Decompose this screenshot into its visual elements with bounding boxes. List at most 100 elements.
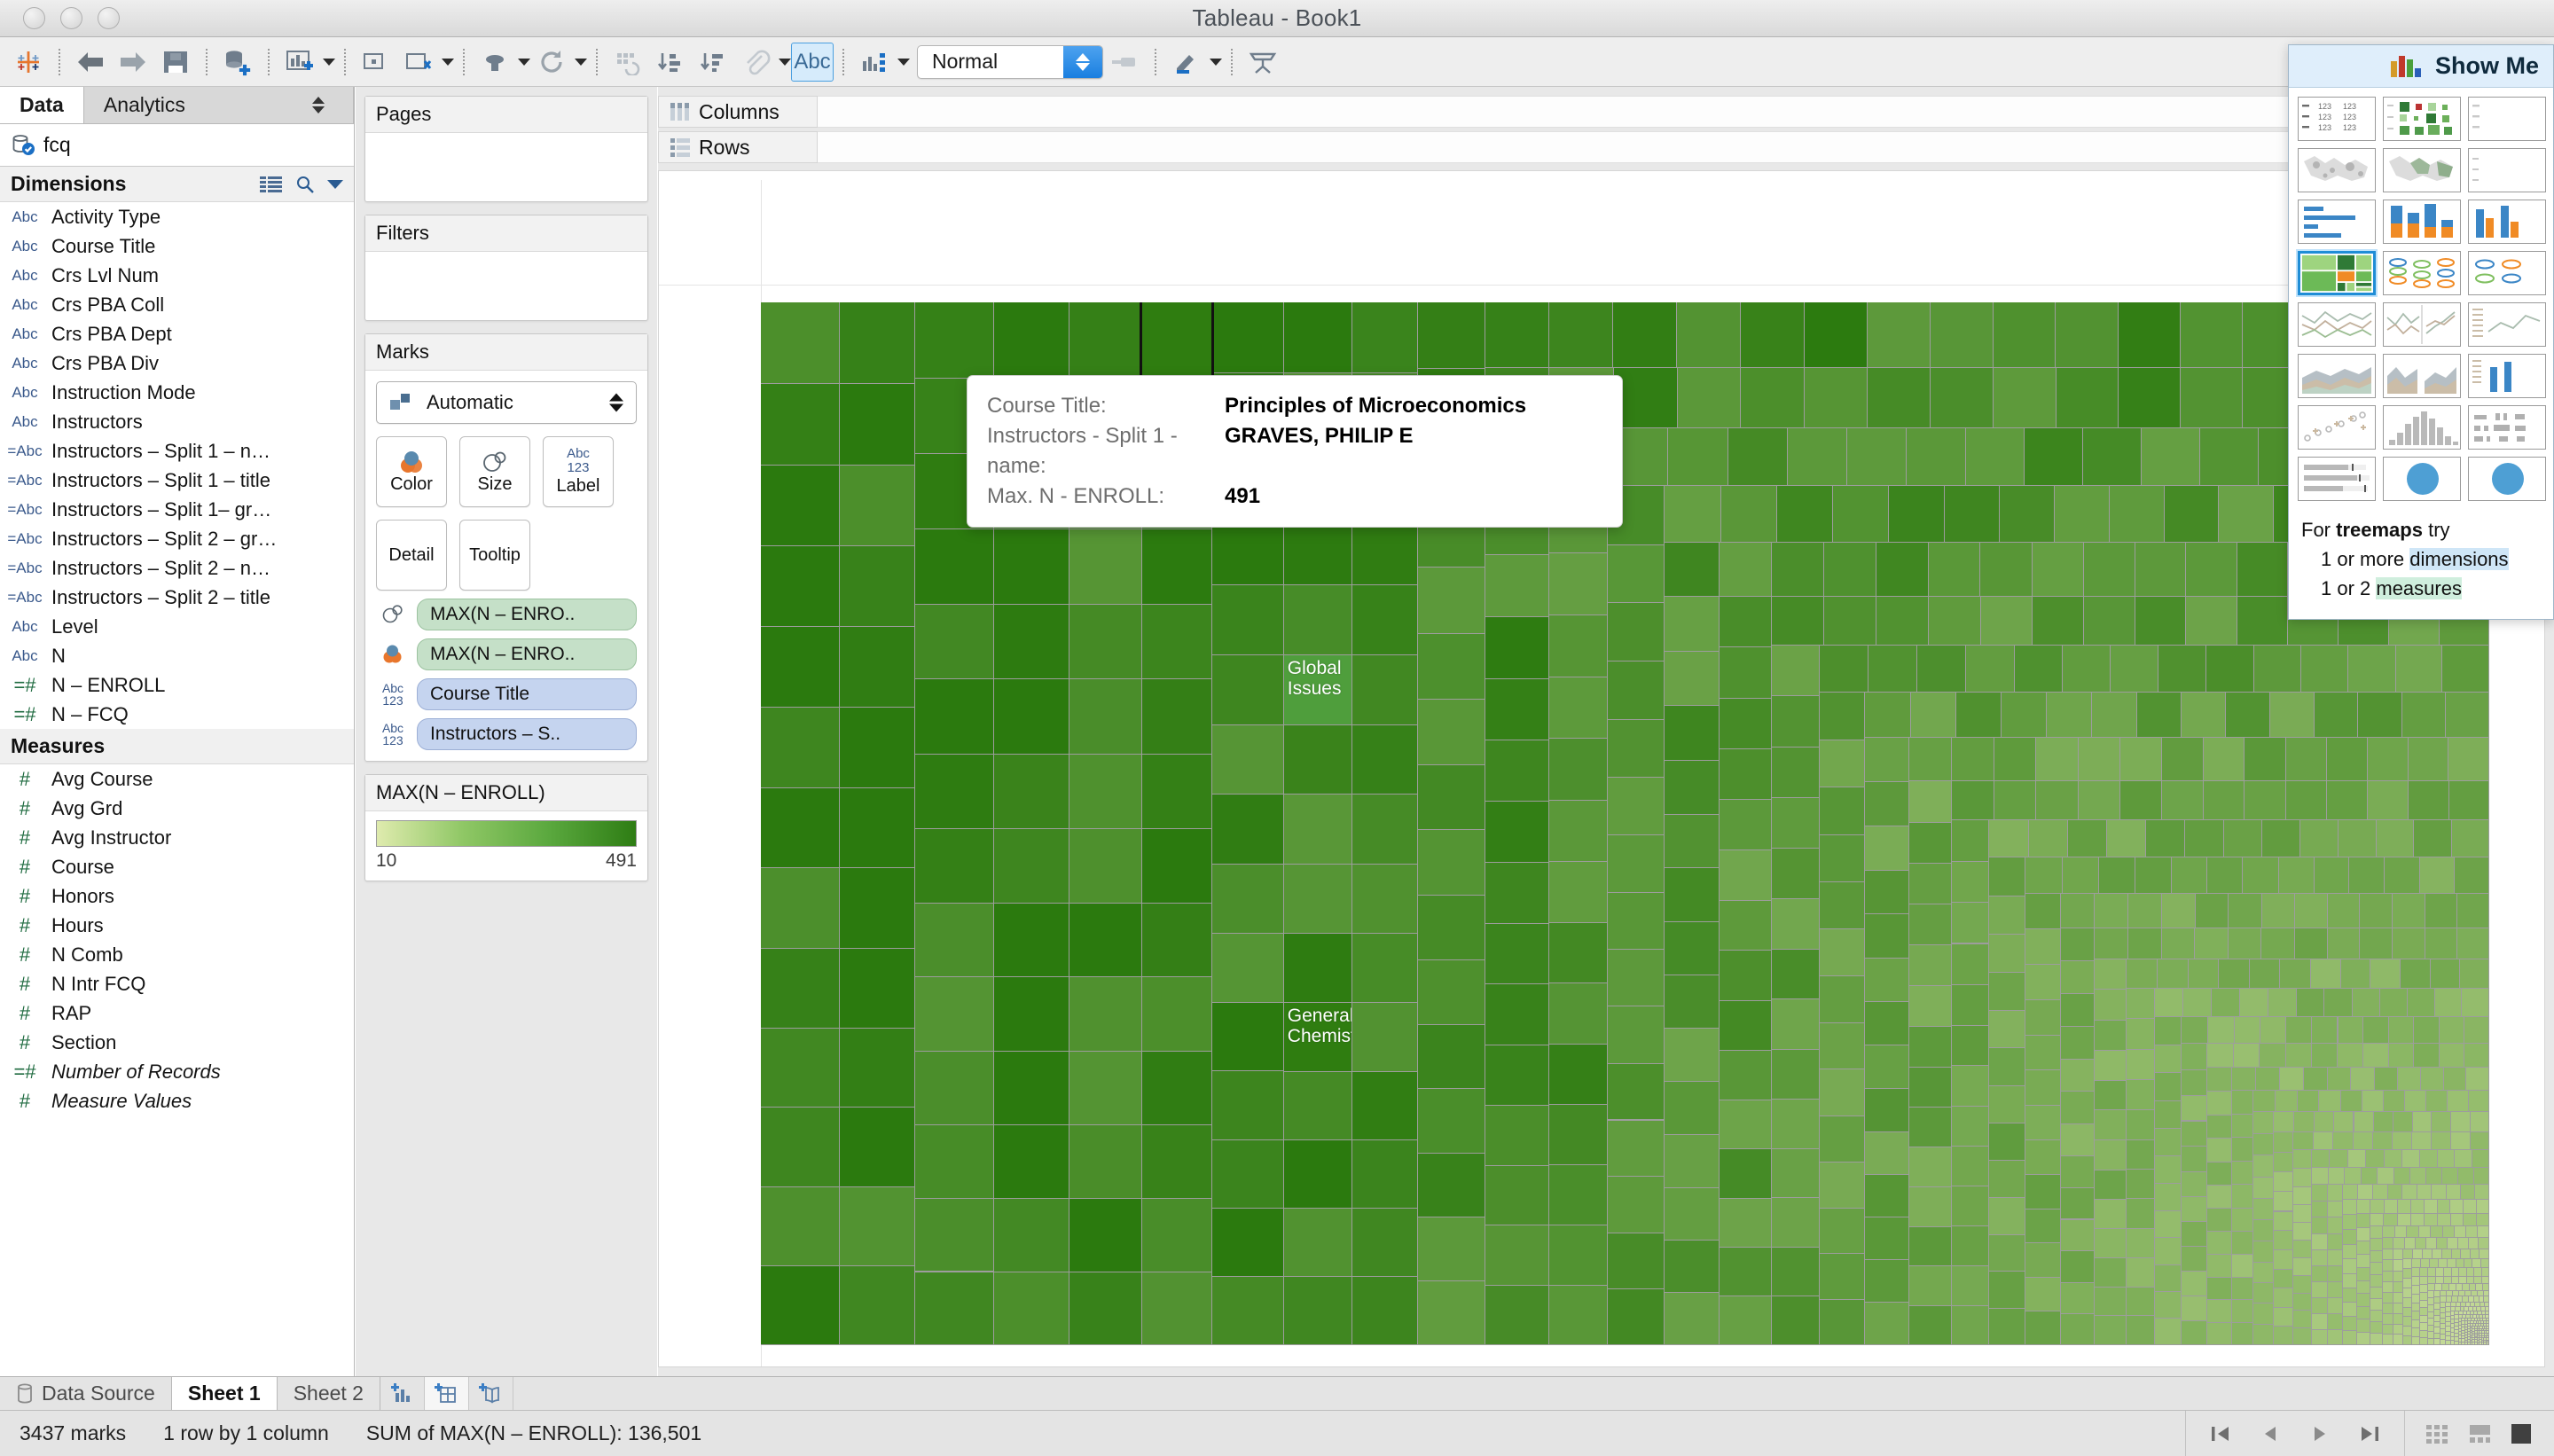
treemap-cell[interactable] bbox=[2025, 1139, 2061, 1175]
treemap-cell[interactable] bbox=[2082, 595, 2135, 646]
treemap-cell[interactable] bbox=[1727, 427, 1789, 487]
treemap-cell[interactable] bbox=[2163, 485, 2220, 543]
show-me-circle-views[interactable] bbox=[2379, 247, 2464, 299]
measure-field-row[interactable]: # RAP bbox=[0, 998, 354, 1028]
treemap-cell[interactable] bbox=[1069, 1197, 1143, 1272]
treemap-cell[interactable] bbox=[2125, 988, 2155, 1020]
treemap-cell[interactable] bbox=[2464, 1305, 2469, 1311]
dimension-field-row[interactable]: Abc Level bbox=[0, 612, 354, 641]
treemap-cell[interactable] bbox=[761, 867, 840, 949]
treemap-cell[interactable] bbox=[2230, 1137, 2254, 1162]
treemap-cell[interactable] bbox=[761, 1027, 840, 1108]
treemap-cell[interactable] bbox=[838, 464, 916, 547]
treemap-cell[interactable] bbox=[2093, 1049, 2127, 1081]
treemap-cell[interactable] bbox=[2472, 1323, 2477, 1327]
treemap-cell[interactable] bbox=[2206, 1138, 2232, 1162]
treemap-cell[interactable] bbox=[1607, 949, 1665, 1007]
treemap-cell[interactable] bbox=[2181, 1196, 2208, 1223]
treemap-cell[interactable] bbox=[2470, 1320, 2474, 1325]
treemap-cell[interactable] bbox=[2465, 1313, 2471, 1319]
treemap-cell[interactable] bbox=[2326, 1297, 2343, 1314]
treemap-cell[interactable] bbox=[1607, 891, 1665, 951]
treemap-cell[interactable] bbox=[2369, 1321, 2383, 1335]
treemap-cell[interactable] bbox=[1740, 302, 1805, 369]
treemap-cell[interactable] bbox=[1607, 544, 1665, 604]
treemap-cell[interactable] bbox=[2454, 1333, 2459, 1338]
treemap-cell[interactable] bbox=[2252, 1197, 2275, 1220]
treemap-cell[interactable] bbox=[1069, 753, 1143, 829]
treemap-cell[interactable] bbox=[2059, 993, 2095, 1028]
treemap-cell[interactable] bbox=[2206, 857, 2244, 895]
treemap-cell[interactable] bbox=[1210, 932, 1284, 1003]
treemap-cell[interactable] bbox=[2410, 1335, 2421, 1345]
treemap-cell[interactable] bbox=[1141, 1123, 1212, 1199]
dimension-field-row[interactable]: Abc N bbox=[0, 641, 354, 670]
treemap-cell[interactable] bbox=[2449, 1327, 2456, 1333]
treemap-cell[interactable] bbox=[2194, 928, 2229, 959]
treemap-cell[interactable] bbox=[2483, 1326, 2487, 1329]
treemap-cell[interactable] bbox=[2419, 1067, 2444, 1091]
treemap-cell[interactable] bbox=[1548, 860, 1609, 923]
treemap-cell[interactable] bbox=[2406, 1225, 2419, 1238]
treemap-cell[interactable] bbox=[2125, 1169, 2155, 1200]
treemap-cell[interactable] bbox=[1417, 698, 1485, 765]
treemap-cell[interactable] bbox=[2419, 1336, 2428, 1345]
treemap-cell[interactable] bbox=[2292, 1257, 2312, 1277]
treemap-cell[interactable] bbox=[2482, 1336, 2487, 1342]
treemap-cell[interactable] bbox=[2326, 1265, 2343, 1283]
treemap-cell[interactable] bbox=[1069, 603, 1143, 680]
treemap-cell[interactable] bbox=[2027, 818, 2069, 858]
treemap-cell[interactable] bbox=[2481, 1333, 2485, 1336]
treemap-cell[interactable] bbox=[2476, 1305, 2482, 1311]
treemap-cell[interactable] bbox=[2194, 893, 2229, 929]
treemap-cell[interactable] bbox=[1417, 763, 1485, 831]
treemap-cell[interactable] bbox=[1282, 932, 1353, 1003]
treemap-cell[interactable] bbox=[2437, 1257, 2448, 1269]
treemap-cell[interactable] bbox=[2433, 1327, 2441, 1335]
treemap-cell[interactable] bbox=[2372, 1131, 2393, 1151]
treemap-cell[interactable] bbox=[2464, 1329, 2469, 1333]
treemap-cell[interactable] bbox=[2454, 1321, 2459, 1327]
treemap-cell[interactable] bbox=[2419, 1257, 2430, 1269]
treemap-cell[interactable] bbox=[2410, 1311, 2421, 1321]
treemap-cell[interactable] bbox=[1979, 541, 2033, 597]
treemap-cell[interactable] bbox=[2369, 1249, 2383, 1264]
treemap-cell[interactable] bbox=[2153, 1127, 2182, 1157]
treemap-cell[interactable] bbox=[2464, 1334, 2469, 1338]
treemap-cell[interactable] bbox=[1771, 848, 1820, 900]
treemap-cell[interactable] bbox=[2449, 1331, 2456, 1337]
treemap-cell[interactable] bbox=[1803, 367, 1868, 429]
treemap-cell[interactable] bbox=[2160, 779, 2204, 820]
dimension-field-row[interactable]: =# N – ENROLL bbox=[0, 670, 354, 700]
forward-icon[interactable] bbox=[112, 43, 154, 82]
treemap-cell[interactable] bbox=[2093, 1139, 2127, 1170]
treemap-cell[interactable] bbox=[1864, 1087, 1910, 1132]
treemap-cell[interactable] bbox=[992, 1123, 1070, 1199]
treemap-cell[interactable] bbox=[2341, 1243, 2357, 1260]
treemap-cell[interactable] bbox=[2456, 893, 2489, 929]
treemap-cell[interactable] bbox=[2059, 1123, 2095, 1156]
show-me-box-and-whisker[interactable] bbox=[2464, 402, 2550, 453]
treemap-cell[interactable] bbox=[2469, 1335, 2473, 1339]
mark-type-select[interactable]: Automatic bbox=[376, 381, 637, 424]
treemap-cell[interactable] bbox=[2182, 988, 2213, 1017]
treemap-cell[interactable] bbox=[2467, 1331, 2471, 1335]
treemap-cell[interactable] bbox=[2141, 427, 2201, 487]
treemap-cell[interactable] bbox=[1664, 813, 1720, 869]
treemap-cell[interactable] bbox=[2284, 736, 2327, 781]
treemap-cell[interactable] bbox=[2468, 1305, 2473, 1311]
treemap-cell[interactable] bbox=[2062, 644, 2111, 693]
treemap-cell[interactable] bbox=[2337, 1015, 2364, 1045]
treemap-cell[interactable] bbox=[1866, 302, 1931, 369]
treemap-cell[interactable] bbox=[1908, 1106, 1952, 1148]
maximize-button[interactable] bbox=[98, 7, 120, 29]
treemap-cell[interactable] bbox=[1351, 654, 1419, 725]
treemap-cell[interactable] bbox=[2445, 1339, 2451, 1345]
measure-field-row[interactable]: # Course bbox=[0, 852, 354, 881]
treemap-cell[interactable] bbox=[1612, 302, 1678, 369]
treemap-cell[interactable] bbox=[2469, 1323, 2474, 1327]
treemap-cell[interactable] bbox=[1988, 1160, 2026, 1199]
treemap-cell[interactable] bbox=[1876, 541, 1929, 597]
treemap-cell[interactable] bbox=[2461, 1335, 2465, 1340]
treemap-cell[interactable] bbox=[2369, 1297, 2383, 1311]
